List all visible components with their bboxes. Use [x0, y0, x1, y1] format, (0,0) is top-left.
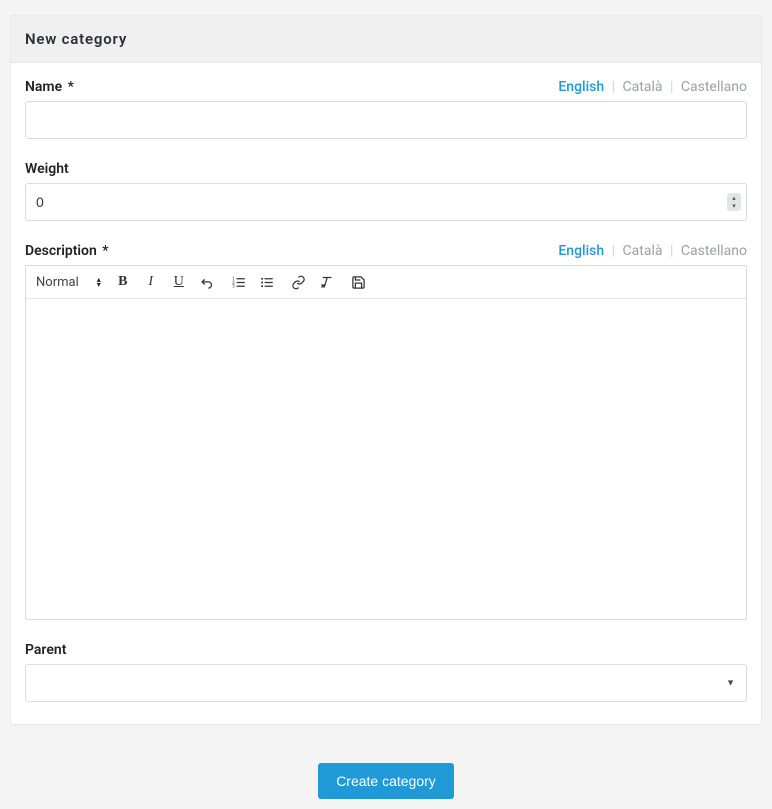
create-category-button[interactable]: Create category	[318, 763, 454, 799]
category-form-card: New category Name * English | Català | C…	[10, 15, 762, 725]
save-icon[interactable]	[349, 272, 369, 292]
locale-english[interactable]: English	[558, 243, 604, 259]
submit-row: Create category	[10, 725, 762, 809]
locale-english[interactable]: English	[558, 79, 604, 95]
ordered-list-icon[interactable]: 123	[229, 272, 249, 292]
parent-field-group: Parent ▼	[25, 642, 747, 702]
format-dropdown[interactable]: Normal	[36, 273, 101, 292]
format-label: Normal	[36, 275, 79, 290]
name-label-row: Name * English | Català | Castellano	[25, 79, 747, 95]
parent-label-row: Parent	[25, 642, 747, 658]
link-icon[interactable]	[289, 272, 309, 292]
description-required-mark: *	[102, 243, 108, 259]
bullet-list-icon[interactable]	[257, 272, 277, 292]
weight-field-group: Weight ▴▾	[25, 161, 747, 221]
locale-catala[interactable]: Català	[623, 79, 663, 95]
underline-icon[interactable]: U	[169, 272, 189, 292]
name-required-mark: *	[68, 79, 74, 95]
description-editor: Normal B I U 123	[25, 265, 747, 620]
name-input[interactable]	[25, 101, 747, 139]
italic-icon[interactable]: I	[141, 272, 161, 292]
clear-format-icon[interactable]	[317, 272, 337, 292]
card-body: Name * English | Català | Castellano Wei…	[11, 63, 761, 724]
editor-toolbar: Normal B I U 123	[26, 266, 746, 299]
parent-label: Parent	[25, 642, 66, 658]
parent-select[interactable]	[25, 664, 747, 702]
weight-input-wrap: ▴▾	[25, 183, 747, 221]
weight-input[interactable]	[25, 183, 747, 221]
name-field-group: Name * English | Català | Castellano	[25, 79, 747, 139]
svg-text:3: 3	[233, 284, 236, 289]
weight-label: Weight	[25, 161, 69, 177]
card-title: New category	[25, 30, 747, 48]
return-icon[interactable]	[197, 272, 217, 292]
card-header: New category	[11, 16, 761, 63]
chevron-updown-icon	[97, 277, 101, 287]
name-label: Name	[25, 79, 62, 95]
description-locale-switcher: English | Català | Castellano	[558, 243, 747, 259]
parent-select-wrap: ▼	[25, 664, 747, 702]
locale-catala[interactable]: Català	[623, 243, 663, 259]
description-label-row: Description * English | Català | Castell…	[25, 243, 747, 259]
description-field-group: Description * English | Català | Castell…	[25, 243, 747, 620]
bold-icon[interactable]: B	[113, 272, 133, 292]
weight-stepper[interactable]: ▴▾	[727, 193, 741, 211]
description-input[interactable]	[26, 299, 746, 619]
name-locale-switcher: English | Català | Castellano	[558, 79, 747, 95]
weight-label-row: Weight	[25, 161, 747, 177]
locale-castellano[interactable]: Castellano	[681, 243, 747, 259]
description-label: Description	[25, 243, 97, 259]
locale-castellano[interactable]: Castellano	[681, 79, 747, 95]
